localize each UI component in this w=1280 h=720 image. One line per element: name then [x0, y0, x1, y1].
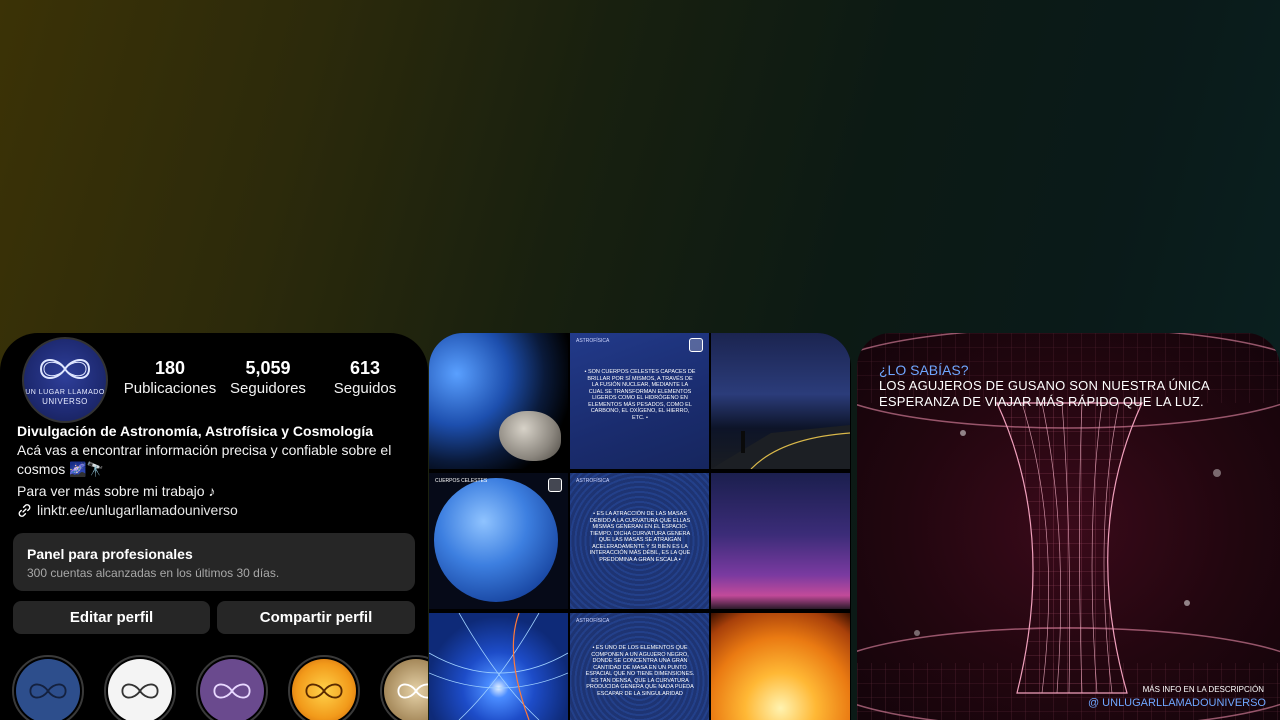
stat-posts[interactable]: 180 Publicaciones	[115, 357, 225, 399]
bio-line-3: Para ver más sobre mi trabajo ♪	[17, 483, 216, 499]
carousel-icon	[548, 478, 562, 492]
post-header: CUERPOS CELESTES	[435, 478, 488, 484]
profile-avatar[interactable]: UN LUGAR LLAMADO UNIVERSO	[22, 337, 108, 423]
post-header: ASTROFÍSICA	[576, 338, 610, 344]
stat-following-count: 613	[349, 358, 381, 378]
infinity-icon	[397, 683, 428, 699]
profile-name: Divulgación de Astronomía, Astrofísica y…	[17, 423, 374, 439]
highlight-3[interactable]	[196, 655, 268, 720]
grid-post-earth[interactable]	[429, 333, 568, 469]
stat-following-label: Seguidos	[333, 380, 397, 397]
highlight-5-image	[384, 659, 428, 720]
bio-line-2: cosmos 🌌🔭	[17, 461, 104, 477]
highlight-4[interactable]	[288, 655, 360, 720]
neptune-planet	[434, 478, 558, 602]
highlight-2-image	[108, 659, 172, 720]
dashboard-subtitle: 300 cuentas alcanzadas en los últimos 30…	[27, 566, 280, 580]
reel-text-line2: ESPERANZA DE VIAJAR MÁS RÁPIDO QUE LA LU…	[879, 394, 1204, 409]
edit-profile-button[interactable]: Editar perfil	[13, 601, 210, 634]
infinity-icon	[29, 683, 67, 699]
grid-post-road-night[interactable]	[711, 333, 850, 469]
infinity-icon	[121, 683, 159, 699]
infinity-logo-icon	[39, 359, 91, 379]
post-caption: • SON CUERPOS CELESTES CAPACES DE BRILLA…	[584, 369, 696, 421]
reel-panel[interactable]: ¿LO SABÍAS? LOS AGUJEROS DE GUSANO SON N…	[857, 333, 1280, 720]
infinity-icon	[213, 683, 251, 699]
stat-followers-count: 5,059	[245, 358, 291, 378]
stat-followers-label: Seguidores	[230, 380, 306, 397]
posts-grid: ASTROFÍSICA • SON CUERPOS CELESTES CAPAC…	[429, 333, 851, 720]
asteroid-shape	[499, 411, 561, 461]
grid-post-sun[interactable]	[711, 613, 850, 720]
highlight-1[interactable]	[12, 655, 84, 720]
profile-panel: UN LUGAR LLAMADO UNIVERSO 180 Publicacio…	[0, 333, 428, 720]
grid-post-gravity[interactable]: ASTROFÍSICA • ES LA ATRACCIÓN DE LAS MAS…	[570, 473, 709, 609]
reel-text-line1: LOS AGUJEROS DE GUSANO SON NUESTRA ÚNICA	[879, 378, 1210, 393]
avatar-text-line1: UN LUGAR LLAMADO	[25, 389, 105, 396]
highlight-1-image	[16, 659, 80, 720]
post-caption: • ES LA ATRACCIÓN DE LAS MASAS DEBIDO A …	[589, 511, 691, 563]
post-header: ASTROFÍSICA	[576, 618, 610, 624]
stat-followers[interactable]: 5,059 Seguidores	[213, 357, 323, 399]
grid-post-singularity[interactable]: ASTROFÍSICA • ES UNO DE LOS ELEMENTOS QU…	[570, 613, 709, 720]
profile-link-text: linktr.ee/unlugarllamadouniverso	[37, 502, 238, 518]
infinity-icon	[305, 683, 343, 699]
stat-posts-label: Publicaciones	[123, 380, 217, 397]
stat-posts-count: 180	[154, 358, 186, 378]
professional-dashboard[interactable]: Panel para profesionales 300 cuentas alc…	[13, 533, 415, 591]
reel-more-info: MÁS INFO EN LA DESCRIPCIÓN	[1142, 685, 1264, 694]
post-header: ASTROFÍSICA	[576, 478, 610, 484]
profile-link[interactable]: linktr.ee/unlugarllamadouniverso	[17, 502, 238, 518]
avatar-text-line2: UNIVERSO	[42, 397, 88, 406]
stat-following[interactable]: 613 Seguidos	[310, 357, 420, 399]
reel-question: ¿LO SABÍAS?	[879, 362, 969, 378]
highlight-4-image	[292, 659, 356, 720]
bio-line-1: Acá vas a encontrar información precisa …	[17, 442, 392, 458]
highlight-2[interactable]	[104, 655, 176, 720]
dashboard-title: Panel para profesionales	[27, 546, 193, 562]
grid-post-stars[interactable]: ASTROFÍSICA • SON CUERPOS CELESTES CAPAC…	[570, 333, 709, 469]
share-profile-button[interactable]: Compartir perfil	[217, 601, 415, 634]
spacetime-grid-illustration	[429, 613, 568, 720]
post-caption: • ES UNO DE LOS ELEMENTOS QUE COMPONEN A…	[585, 645, 695, 697]
grid-post-spacetime[interactable]	[429, 613, 568, 720]
highlight-5[interactable]	[380, 655, 428, 720]
highlight-3-image	[200, 659, 264, 720]
grid-post-milkyway[interactable]	[711, 473, 850, 609]
carousel-icon	[689, 338, 703, 352]
reel-handle: @ UNLUGARLLAMADOUNIVERSO	[1087, 697, 1266, 709]
road-illustration	[711, 425, 850, 469]
grid-post-neptune[interactable]: CUERPOS CELESTES	[429, 473, 568, 609]
link-icon	[18, 503, 31, 517]
